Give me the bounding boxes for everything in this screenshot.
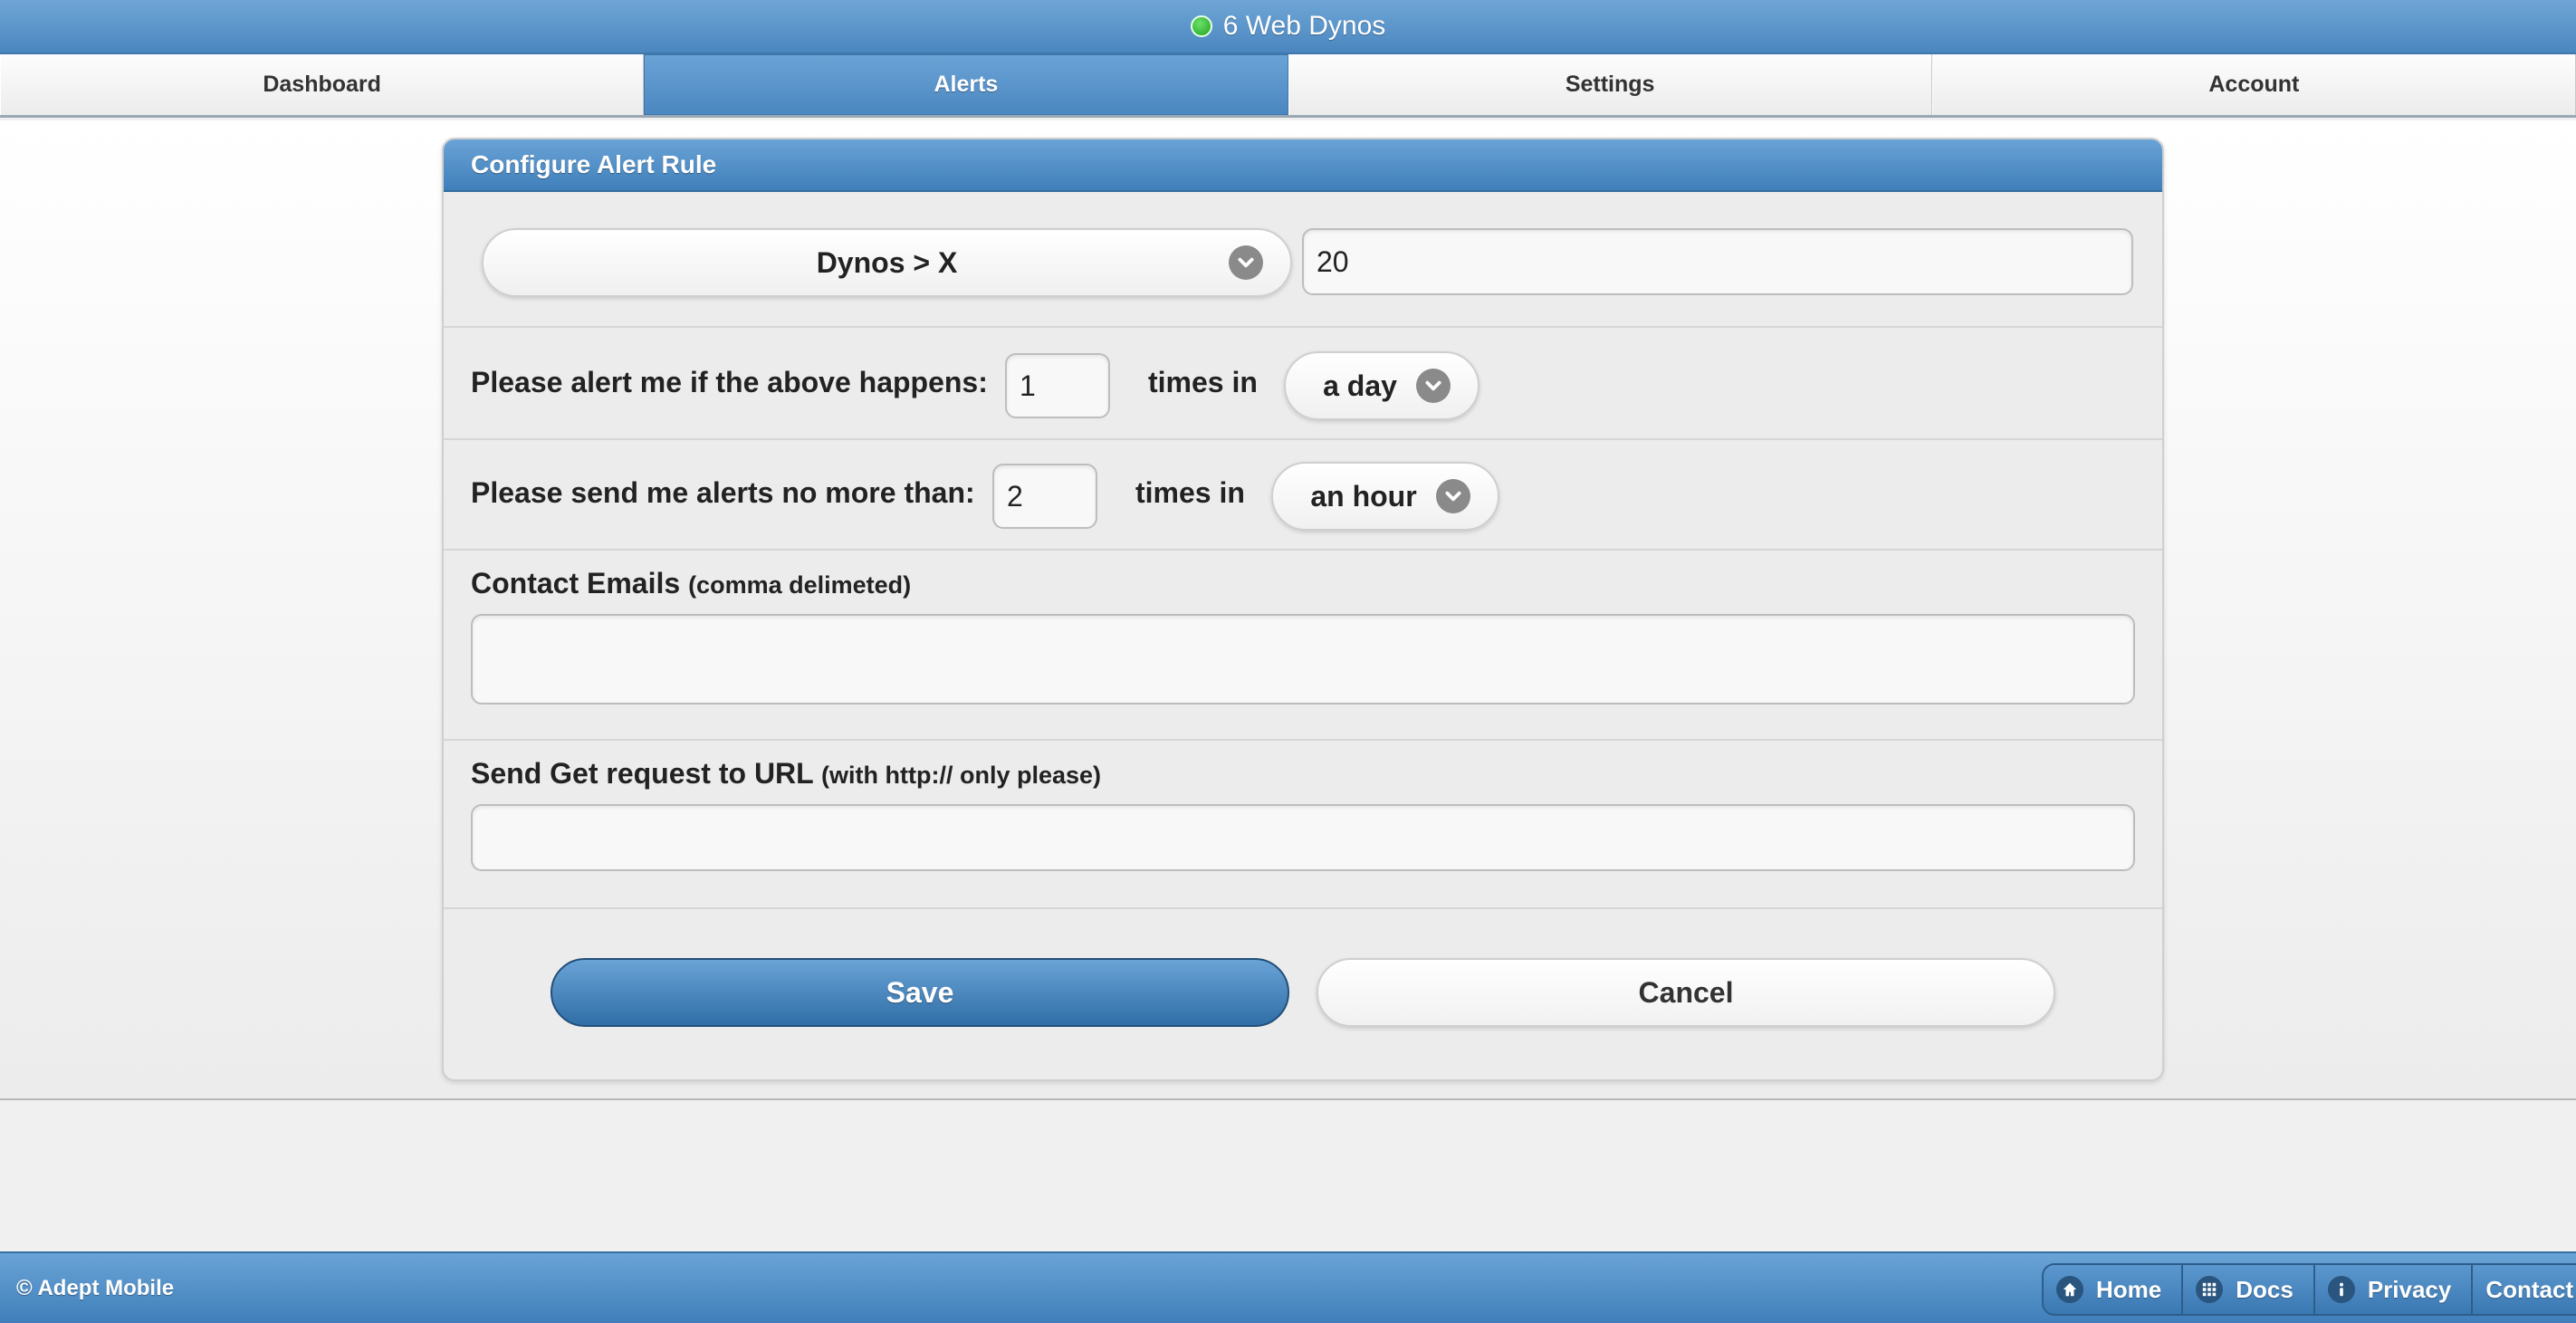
chevron-down-icon [1416, 369, 1451, 403]
status-bar: 6 Web Dynos [0, 0, 2576, 54]
metric-select-value: Dynos > X [816, 245, 958, 279]
throttle-row: Please send me alerts no more than: 2 ti… [444, 440, 2162, 551]
throttle-period-select[interactable]: an hour [1271, 462, 1499, 531]
contact-emails-hint: (comma delimeted) [688, 571, 912, 599]
contact-emails-row: Contact Emails (comma delimeted) [444, 551, 2162, 741]
tab-alerts[interactable]: Alerts [644, 54, 1288, 115]
metric-select[interactable]: Dynos > X [482, 228, 1292, 297]
footer-nav: Home Docs Privacy Contact [2042, 1263, 2576, 1316]
contact-emails-label: Contact Emails (comma delimeted) [471, 567, 912, 599]
throttle-period-value: an hour [1310, 479, 1417, 513]
alert-frequency-row: Please alert me if the above happens: 1 … [444, 328, 2162, 440]
footer-link-label: Privacy [2367, 1275, 2452, 1303]
webhook-hint: (with http:// only please) [821, 762, 1102, 789]
cancel-button[interactable]: Cancel [1317, 958, 2055, 1027]
chevron-down-icon [1436, 479, 1470, 513]
webhook-url-input[interactable] [471, 804, 2135, 871]
tab-settings[interactable]: Settings [1288, 54, 1932, 115]
contact-emails-textarea[interactable] [471, 614, 2135, 705]
times-in-label: times in [1148, 366, 1258, 398]
throttle-label: Please send me alerts no more than: [471, 476, 975, 509]
rule-row: Dynos > X 20 [444, 192, 2162, 328]
configure-alert-panel: Configure Alert Rule Dynos > X 20 Please… [442, 138, 2164, 1081]
grid-icon [2196, 1276, 2224, 1303]
throttle-count-input[interactable]: 2 [992, 464, 1097, 529]
footer-link-label: Docs [2236, 1275, 2294, 1303]
footer-link-label: Contact [2485, 1275, 2574, 1303]
main-navbar: Dashboard Alerts Settings Account [0, 54, 2576, 118]
home-icon [2056, 1276, 2083, 1303]
alert-period-value: a day [1323, 369, 1397, 402]
alert-count-input[interactable]: 1 [1005, 353, 1110, 418]
dyno-count-text: 6 Web Dynos [1222, 11, 1386, 41]
alert-frequency-label: Please alert me if the above happens: [471, 366, 988, 398]
alert-period-select[interactable]: a day [1284, 351, 1480, 420]
chevron-down-icon [1229, 245, 1263, 280]
threshold-input[interactable]: 20 [1302, 228, 2133, 295]
webhook-row: Send Get request to URL (with http:// on… [444, 741, 2162, 909]
footer-link-label: Home [2096, 1275, 2162, 1303]
info-icon [2327, 1276, 2355, 1303]
footer-link-home[interactable]: Home [2044, 1265, 2184, 1314]
footer-link-docs[interactable]: Docs [2183, 1265, 2315, 1314]
tab-dashboard[interactable]: Dashboard [0, 54, 645, 115]
panel-title: Configure Alert Rule [444, 139, 2162, 192]
copyright-text: © Adept Mobile [16, 1275, 175, 1300]
footer-link-privacy[interactable]: Privacy [2315, 1265, 2474, 1314]
status-indicator-icon [1190, 15, 1212, 37]
footer: © Adept Mobile Home Docs Privacy Contact [0, 1251, 2576, 1323]
actions-row: Save Cancel [444, 909, 2162, 1079]
times-in-label: times in [1135, 476, 1245, 509]
tab-account[interactable]: Account [1931, 54, 2576, 115]
footer-link-contact[interactable]: Contact [2473, 1265, 2576, 1314]
webhook-label: Send Get request to URL (with http:// on… [471, 757, 1102, 790]
save-button[interactable]: Save [551, 958, 1289, 1027]
